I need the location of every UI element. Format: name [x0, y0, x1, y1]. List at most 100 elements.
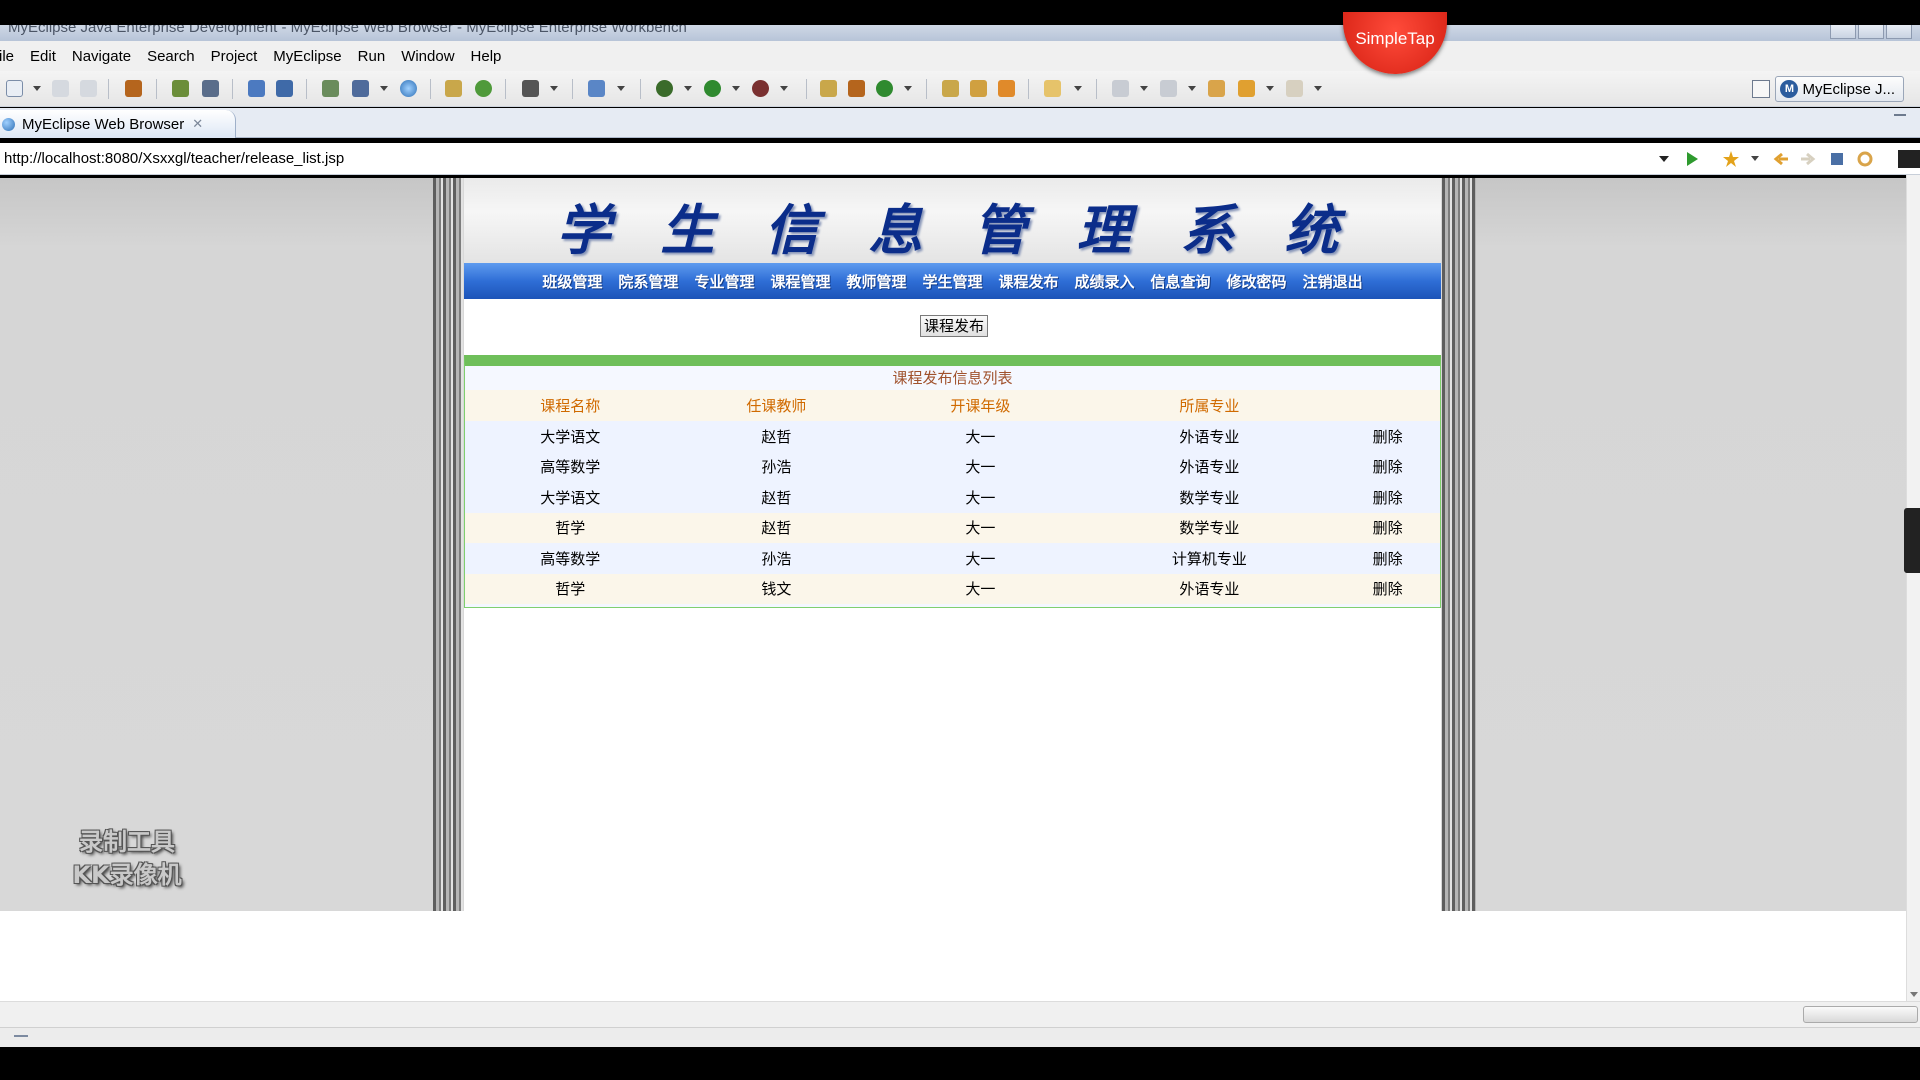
chevron-down-icon[interactable] [904, 86, 912, 91]
chevron-down-icon[interactable] [1074, 86, 1082, 91]
prev-annotation-icon[interactable] [1160, 80, 1177, 97]
server-icon[interactable] [322, 80, 339, 97]
refresh-icon[interactable] [1856, 150, 1874, 168]
chevron-down-icon[interactable] [1751, 156, 1759, 161]
last-edit-icon[interactable] [1208, 80, 1225, 97]
side-panel-handle[interactable] [1904, 508, 1920, 573]
chevron-down-icon[interactable] [732, 86, 740, 91]
back-icon[interactable] [1238, 80, 1255, 97]
open-folder-icon[interactable] [942, 80, 959, 97]
back-icon[interactable] [1772, 150, 1790, 168]
favorites-icon[interactable] [1722, 150, 1740, 168]
chevron-down-icon[interactable] [550, 86, 558, 91]
minimize-button[interactable] [1830, 25, 1856, 39]
nav-course-release[interactable]: 课程发布 [991, 271, 1067, 292]
chevron-down-icon[interactable] [684, 86, 692, 91]
nav-change-password[interactable]: 修改密码 [1219, 271, 1295, 292]
delete-link[interactable]: 删除 [1335, 543, 1440, 574]
chevron-down-icon[interactable] [33, 86, 41, 91]
open-task-icon[interactable] [848, 80, 865, 97]
browser-icon[interactable] [400, 80, 417, 97]
delete-link[interactable]: 删除 [1335, 482, 1440, 513]
menu-file[interactable]: ile [0, 48, 24, 65]
add-icon[interactable] [475, 80, 492, 97]
cell-major: 数学专业 [1083, 482, 1336, 513]
archive-icon[interactable] [998, 80, 1015, 97]
scroll-down-icon[interactable] [1910, 992, 1918, 997]
nav-teacher-management[interactable]: 教师管理 [838, 271, 914, 292]
external-tools-icon[interactable] [752, 80, 769, 97]
cell-teacher: 赵哲 [675, 482, 878, 513]
nav-course-management[interactable]: 课程管理 [762, 271, 838, 292]
bug-icon[interactable] [656, 80, 673, 97]
nav-major-management[interactable]: 专业管理 [686, 271, 762, 292]
menu-search[interactable]: Search [147, 48, 205, 65]
release-course-button[interactable]: 课程发布 [920, 315, 989, 337]
edit-icon[interactable] [970, 80, 987, 97]
toolbar-separator [430, 79, 431, 99]
chevron-down-icon[interactable] [1659, 156, 1669, 162]
web-project-icon[interactable] [276, 80, 293, 97]
horizontal-scrollbar[interactable] [0, 1001, 1920, 1027]
go-icon[interactable] [1683, 150, 1701, 168]
menu-project[interactable]: Project [211, 48, 268, 65]
chevron-down-icon[interactable] [1266, 86, 1274, 91]
delete-link[interactable]: 删除 [1335, 421, 1440, 452]
save-icon[interactable] [52, 80, 69, 97]
nav-student-management[interactable]: 学生管理 [914, 271, 990, 292]
perspective-button[interactable]: M MyEclipse J... [1775, 76, 1904, 102]
nav-department-management[interactable]: 院系管理 [610, 271, 686, 292]
stop-icon[interactable] [1828, 150, 1846, 168]
chevron-down-icon[interactable] [780, 86, 788, 91]
delete-link[interactable]: 删除 [1335, 451, 1440, 482]
delete-link[interactable]: 删除 [1335, 573, 1440, 604]
menu-window[interactable]: Window [401, 48, 464, 65]
forward-icon[interactable] [1799, 150, 1817, 168]
maximize-button[interactable] [1858, 25, 1884, 39]
nav-class-management[interactable]: 班级管理 [534, 271, 610, 292]
next-annotation-icon[interactable] [1112, 80, 1129, 97]
nav-logout[interactable]: 注销退出 [1295, 271, 1371, 292]
window-controls [1830, 25, 1912, 39]
new-icon[interactable] [6, 80, 23, 97]
build-icon[interactable] [248, 80, 265, 97]
menu-edit[interactable]: Edit [30, 48, 66, 65]
forward-icon[interactable] [1286, 80, 1303, 97]
chevron-down-icon[interactable] [1188, 86, 1196, 91]
browser-menu-icon[interactable] [1898, 150, 1920, 168]
debug-icon[interactable] [172, 80, 189, 97]
tab-label: MyEclipse Web Browser [22, 115, 185, 133]
terminal-icon[interactable] [522, 80, 539, 97]
tab-web-browser[interactable]: MyEclipse Web Browser ✕ [0, 110, 236, 138]
scrollbar-thumb[interactable] [1803, 1006, 1918, 1023]
editor-tab-bar: MyEclipse Web Browser ✕ [0, 108, 1920, 138]
search-icon[interactable] [1044, 80, 1061, 97]
url-input[interactable] [0, 145, 1640, 171]
chevron-down-icon[interactable] [617, 86, 625, 91]
chevron-down-icon[interactable] [1314, 86, 1322, 91]
save-all-icon[interactable] [80, 80, 97, 97]
open-perspective-icon[interactable] [1752, 80, 1770, 98]
open-type-icon[interactable] [820, 80, 837, 97]
menu-navigate[interactable]: Navigate [72, 48, 141, 65]
menu-myeclipse[interactable]: MyEclipse [273, 48, 351, 65]
close-icon[interactable]: ✕ [192, 116, 203, 132]
chevron-down-icon[interactable] [380, 86, 388, 91]
close-button[interactable] [1886, 25, 1912, 39]
nav-info-query[interactable]: 信息查询 [1143, 271, 1219, 292]
run-icon[interactable] [704, 80, 721, 97]
vertical-scrollbar[interactable] [1906, 175, 1920, 1001]
menu-help[interactable]: Help [471, 48, 512, 65]
chevron-down-icon[interactable] [1140, 86, 1148, 91]
minimize-icon[interactable] [1894, 114, 1906, 116]
delete-link[interactable]: 删除 [1335, 512, 1440, 543]
deploy-icon[interactable] [202, 80, 219, 97]
folder-icon[interactable] [445, 80, 462, 97]
nav-grade-entry[interactable]: 成绩录入 [1067, 271, 1143, 292]
menu-run[interactable]: Run [358, 48, 396, 65]
explorer-icon[interactable] [352, 80, 369, 97]
new-wizard-icon[interactable] [588, 80, 605, 97]
refresh-icon[interactable] [876, 80, 893, 97]
package-icon[interactable] [125, 80, 142, 97]
window-title: MyEclipse Java Enterprise Development - … [8, 25, 687, 36]
